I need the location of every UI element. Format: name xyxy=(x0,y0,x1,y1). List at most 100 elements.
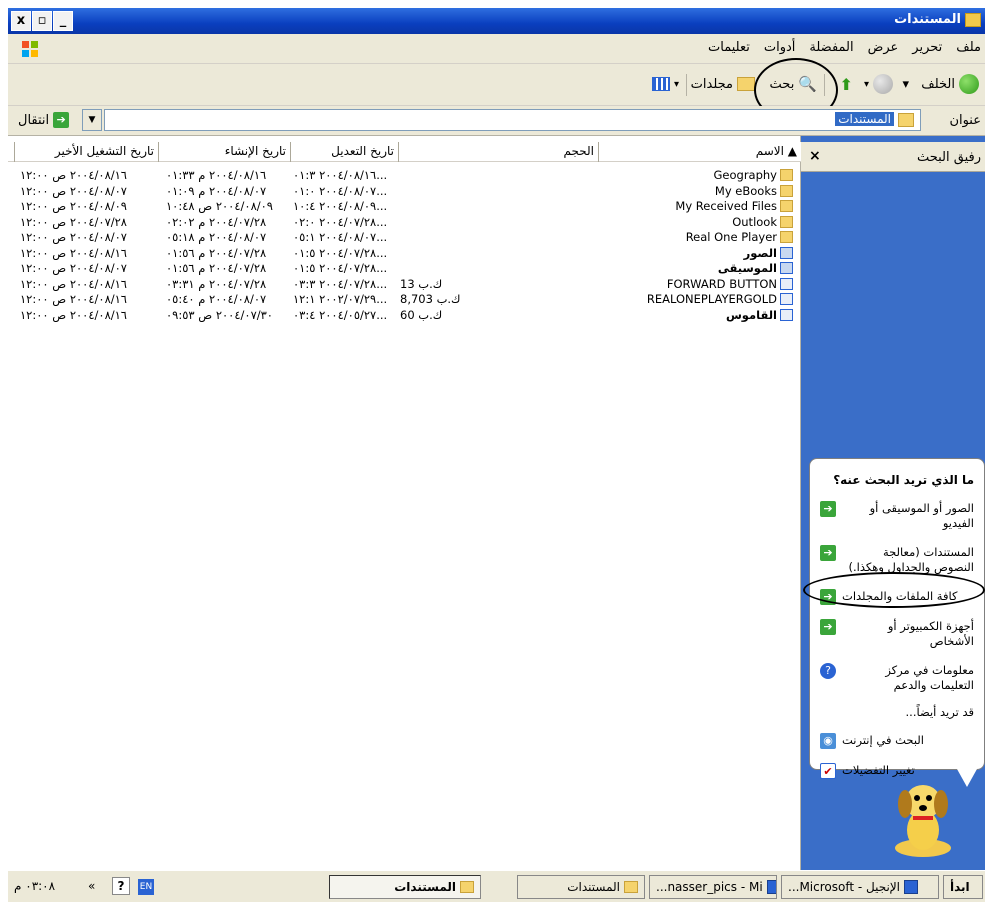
address-bar: عنوان المستندات ▼ انتقال ➔ xyxy=(8,106,985,136)
tray-chevron[interactable]: » xyxy=(88,879,95,893)
up-button[interactable]: ⬆ xyxy=(840,72,853,96)
option-change-preferences[interactable]: ✔ تغيير التفضيلات xyxy=(820,763,974,779)
taskbar-button-nasser-pics[interactable]: nasser_pics - Mi... xyxy=(649,875,777,899)
views-button[interactable]: ▾ xyxy=(651,72,679,96)
menu-favorites[interactable]: المفضلة xyxy=(809,40,853,55)
arrow-icon: ➔ xyxy=(820,619,836,635)
menu-edit[interactable]: تحرير xyxy=(912,40,942,55)
folder-icon xyxy=(898,113,914,127)
option-documents[interactable]: ➔ المستندات (معالجة النصوص والجداول وهكذا… xyxy=(820,545,974,575)
table-row[interactable]: Geography ٢٠٠٤/٠٨/١٦ ٠١:٣... ٢٠٠٤/٠٨/١٦ م … xyxy=(8,168,801,184)
title-bar: x ▫ _ المستندات xyxy=(8,8,985,34)
file-last-run: ٢٠٠٤/٠٨/١٦ ص ١٢:٠٠ xyxy=(20,168,127,182)
file-created: ٢٠٠٤/٠٨/٠٧ م ٠٥:١٨ xyxy=(166,230,267,244)
special-folder-icon xyxy=(780,246,793,259)
menu-file[interactable]: ملف xyxy=(956,40,981,55)
address-field[interactable]: المستندات xyxy=(104,109,921,131)
window-title: المستندات xyxy=(894,12,961,27)
go-label: انتقال xyxy=(18,112,50,128)
column-name[interactable]: الاسم ▲ xyxy=(598,142,801,162)
folder-icon xyxy=(965,13,981,27)
views-grid-icon xyxy=(651,77,670,91)
file-last-run: ٢٠٠٤/٠٨/٠٧ ص ١٢:٠٠ xyxy=(20,230,127,244)
column-last-run[interactable]: تاريخ التشغيل الأخير xyxy=(14,142,158,162)
forward-button[interactable]: ▾ xyxy=(864,72,893,96)
menu-tools[interactable]: أدوات xyxy=(764,40,796,55)
file-size: 8,703 ك.ب xyxy=(400,292,460,306)
option-search-internet[interactable]: ◉ البحث في إنترنت xyxy=(820,733,974,749)
taskbar-button-documents-active[interactable]: المستندات xyxy=(329,875,481,899)
menu-view[interactable]: عرض xyxy=(868,40,899,55)
minimize-button[interactable]: _ xyxy=(53,11,73,31)
taskbar-button-word[interactable]: الإنجيل - Microsoft... xyxy=(781,875,939,899)
file-created: ٢٠٠٤/٠٧/٢٨ م ٠٣:٣١ xyxy=(166,276,267,291)
folder-icon xyxy=(624,881,638,893)
option-computers-people[interactable]: ➔ أجهزة الكمبيوتر أو الأشخاص xyxy=(820,619,974,649)
folder-icon xyxy=(780,169,793,181)
up-arrow-icon: ⬆ xyxy=(839,74,853,94)
table-row[interactable]: FORWARD BUTTON 13 ك.ب ٢٠٠٤/٠٧/٢٨ ٠٣:٣... ٢٠… xyxy=(8,277,801,293)
table-row[interactable]: Outlook ٢٠٠٤/٠٧/٢٨ ٠٢:٠... ٢٠٠٤/٠٧/٢٨ م ٠٢… xyxy=(8,215,801,231)
taskbar-button-documents-1[interactable]: المستندات xyxy=(517,875,645,899)
language-indicator[interactable]: EN xyxy=(138,879,154,895)
file-modified: ٢٠٠٤/٠٨/١٦ ٠١:٣... xyxy=(293,168,388,182)
column-size[interactable]: الحجم xyxy=(398,142,598,162)
file-list: الاسم ▲ الحجم تاريخ التعديل تاريخ الإنشا… xyxy=(8,136,801,870)
table-row[interactable]: REALONEPLAYERGOLD 8,703 ك.ب ٢٠٠٢/٠٧/٢٩ ١٢:… xyxy=(8,292,801,308)
word-doc-icon xyxy=(766,880,776,894)
folders-label: مجلدات xyxy=(690,76,733,92)
back-dropdown[interactable]: ▾ xyxy=(902,72,909,96)
forward-arrow-icon xyxy=(873,74,893,94)
file-created: ٢٠٠٤/٠٨/٠٧ م ٠٥:٤٠ xyxy=(166,292,267,306)
also-label: قد تريد أيضاً... xyxy=(905,705,974,719)
start-button[interactable]: ابدأ xyxy=(943,875,983,899)
taskbar: ابدأ الإنجيل - Microsoft... nasser_pics … xyxy=(8,870,985,902)
back-button[interactable]: الخلف xyxy=(921,72,979,96)
file-created: ٢٠٠٤/٠٨/٠٧ م ٠١:٠٩ xyxy=(166,183,267,198)
table-row[interactable]: Real One Player ٢٠٠٤/٠٨/٠٧ ٠٥:١... ٢٠٠٤/٠٨… xyxy=(8,230,801,246)
folder-icon xyxy=(780,231,793,243)
option-help-support[interactable]: ? معلومات في مركز التعليمات والدعم xyxy=(820,663,974,693)
menu-bar: ملف تحرير عرض المفضلة أدوات تعليمات xyxy=(8,34,985,64)
file-last-run: ٢٠٠٤/٠٨/١٦ ص ١٢:٠٠ xyxy=(20,276,127,291)
go-button[interactable]: انتقال ➔ xyxy=(18,112,70,128)
option-pictures-music-video[interactable]: ➔ الصور أو الموسيقى أو الفيديو xyxy=(820,501,974,531)
search-pane-header: × رفيق البحث xyxy=(801,142,985,172)
folders-button[interactable]: مجلدات xyxy=(691,72,755,96)
file-modified: ٢٠٠٢/٠٧/٢٩ ١٢:١... xyxy=(293,292,388,306)
table-row[interactable]: القاموس 60 ك.ب ٢٠٠٤/٠٥/٢٧ ٠٣:٤... ٢٠٠٤/٠٧/٣… xyxy=(8,308,801,324)
file-created: ٢٠٠٤/٠٨/٠٩ ص ١٠:٤٨ xyxy=(166,199,273,213)
back-label: الخلف xyxy=(921,76,955,92)
search-dog-icon[interactable] xyxy=(887,778,959,860)
go-arrow-icon: ➔ xyxy=(53,112,70,128)
table-row[interactable]: الموسيقى ٢٠٠٤/٠٧/٢٨ ٠١:٥... ٢٠٠٤/٠٧/٢٨ م ٠… xyxy=(8,261,801,277)
file-created: ٢٠٠٤/٠٧/٢٨ م ٠١:٥٦ xyxy=(166,245,267,260)
file-modified: ٢٠٠٤/٠٨/٠٩ ١٠:٤... xyxy=(293,199,388,213)
restore-button[interactable]: ▫ xyxy=(32,11,52,31)
address-dropdown[interactable]: ▼ xyxy=(82,109,102,131)
table-row[interactable]: My eBooks ٢٠٠٤/٠٨/٠٧ ٠١:٠... ٢٠٠٤/٠٨/٠٧ م … xyxy=(8,184,801,200)
file-created: ٢٠٠٤/٠٧/٢٨ م ٠٢:٠٢ xyxy=(166,214,267,229)
menu-help[interactable]: تعليمات xyxy=(708,40,750,55)
close-pane-button[interactable]: × xyxy=(809,148,821,164)
file-name: My Received Files xyxy=(675,199,777,213)
column-created[interactable]: تاريخ الإنشاء xyxy=(158,142,290,162)
help-icon: ? xyxy=(820,663,836,679)
file-last-run: ٢٠٠٤/٠٨/١٦ ص ١٢:٠٠ xyxy=(20,245,127,260)
file-icon xyxy=(780,293,793,305)
file-modified: ٢٠٠٤/٠٥/٢٧ ٠٣:٤... xyxy=(293,307,388,322)
file-modified: ٢٠٠٤/٠٨/٠٧ ٠٥:١... xyxy=(293,230,388,244)
close-button[interactable]: x xyxy=(11,11,31,31)
arrow-icon: ➔ xyxy=(820,545,836,561)
file-last-run: ٢٠٠٤/٠٨/٠٩ ص ١٢:٠٠ xyxy=(20,199,127,213)
column-modified[interactable]: تاريخ التعديل xyxy=(290,142,398,162)
search-companion-pane: × رفيق البحث ما الذي تريد البحث عنه؟ ➔ ال… xyxy=(801,136,985,870)
windows-logo-icon xyxy=(22,41,38,57)
help-tray-icon[interactable]: ? xyxy=(112,877,130,895)
file-name: REALONEPLAYERGOLD xyxy=(646,292,777,306)
table-row[interactable]: My Received Files ٢٠٠٤/٠٨/٠٩ ١٠:٤... ٢٠٠٤/… xyxy=(8,199,801,215)
file-modified: ٢٠٠٤/٠٧/٢٨ ٠٣:٣... xyxy=(293,276,388,291)
file-modified: ٢٠٠٤/٠٨/٠٧ ٠١:٠... xyxy=(293,183,388,198)
table-row[interactable]: الصور ٢٠٠٤/٠٧/٢٨ ٠١:٥... ٢٠٠٤/٠٧/٢٨ م ٠١:٥… xyxy=(8,246,801,262)
word-doc-icon xyxy=(904,880,918,894)
